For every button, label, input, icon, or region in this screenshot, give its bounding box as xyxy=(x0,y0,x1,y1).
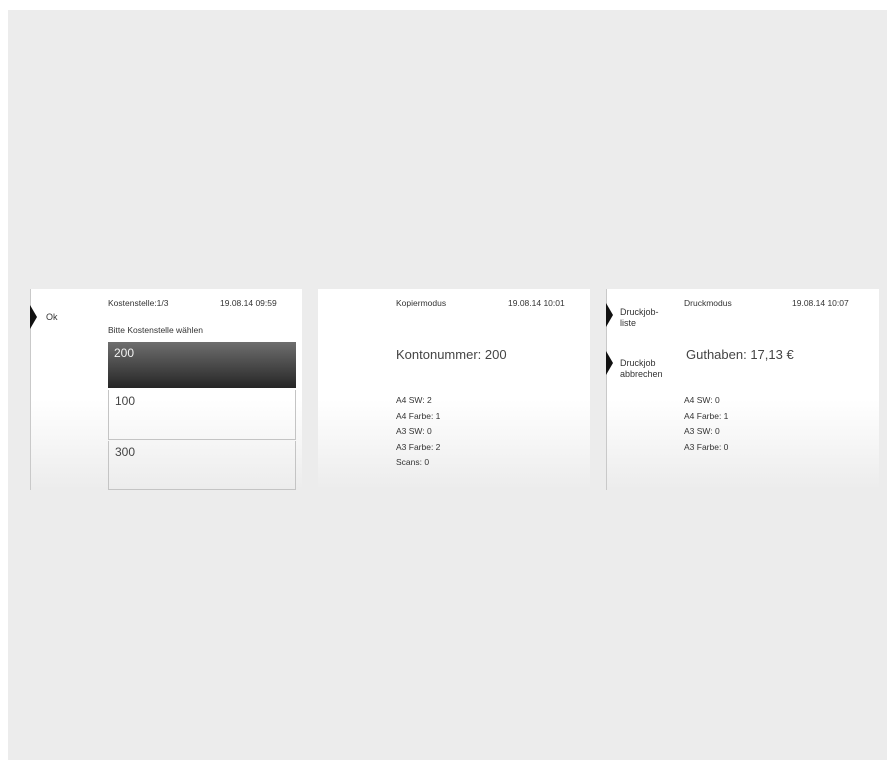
cancel-job-softkey-arrow-icon[interactable] xyxy=(606,351,613,375)
prompt-text: Bitte Kostenstelle wählen xyxy=(108,325,203,335)
stat-line: A3 Farbe: 2 xyxy=(396,441,441,452)
ok-softkey-label[interactable]: Ok xyxy=(46,312,58,323)
joblist-softkey-arrow-icon[interactable] xyxy=(606,303,613,327)
usage-stats: A4 SW: 0 A4 Farbe: 1 A3 SW: 0 A3 Farbe: … xyxy=(684,395,728,457)
timestamp: 19.08.14 09:59 xyxy=(220,298,277,308)
usage-stats: A4 SW: 2 A4 Farbe: 1 A3 SW: 0 A3 Farbe: … xyxy=(396,395,440,473)
stat-line: A3 SW: 0 xyxy=(396,426,432,436)
stat-line: A4 SW: 2 xyxy=(396,395,432,405)
print-mode-screen: Druckjob- liste Druckjob abbrechen Druck… xyxy=(606,289,879,490)
account-number: Kontonummer: 200 xyxy=(396,347,507,362)
cost-center-option[interactable]: 100 xyxy=(108,390,296,440)
cost-center-option-selected[interactable]: 200 xyxy=(108,342,296,388)
timestamp: 19.08.14 10:07 xyxy=(792,298,849,308)
stat-line: A3 SW: 0 xyxy=(684,426,720,436)
cost-center-option[interactable]: 300 xyxy=(108,441,296,490)
joblist-softkey-label[interactable]: Druckjob- liste xyxy=(620,307,659,329)
balance: Guthaben: 17,13 € xyxy=(686,347,794,362)
stat-line: A4 SW: 0 xyxy=(684,395,720,405)
copy-mode-screen: Kopiermodus 19.08.14 10:01 Kontonummer: … xyxy=(318,289,590,490)
timestamp: 19.08.14 10:01 xyxy=(508,298,565,308)
ok-softkey-arrow-icon[interactable] xyxy=(30,305,37,329)
stat-line: A4 Farbe: 1 xyxy=(684,410,729,421)
stat-line: A3 Farbe: 0 xyxy=(684,441,729,452)
cancel-job-softkey-label[interactable]: Druckjob abbrechen xyxy=(620,358,663,380)
mode-title: Kopiermodus xyxy=(396,298,447,308)
cost-center-screen: Ok Kostenstelle:1/3 19.08.14 09:59 Bitte… xyxy=(30,289,302,490)
stat-line: A4 Farbe: 1 xyxy=(396,410,441,421)
cost-center-counter: Kostenstelle:1/3 xyxy=(108,298,169,308)
stat-line: Scans: 0 xyxy=(396,457,430,467)
mode-title: Druckmodus xyxy=(684,298,732,308)
